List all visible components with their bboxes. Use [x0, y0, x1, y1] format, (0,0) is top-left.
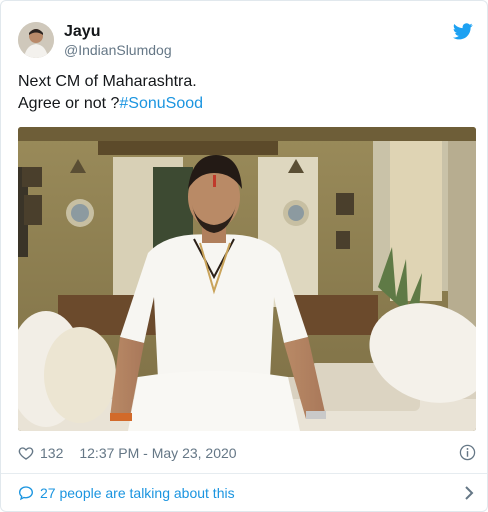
tweet-header: Jayu @IndianSlumdog	[18, 20, 172, 60]
info-icon[interactable]	[459, 444, 476, 461]
tweet-line-1: Next CM of Maharashtra.	[18, 73, 197, 90]
hashtag-link[interactable]: #SonuSood	[119, 95, 203, 112]
conversation-text: 27 people are talking about this	[40, 485, 235, 501]
chevron-right-icon	[465, 486, 474, 500]
display-name[interactable]: Jayu	[64, 22, 172, 41]
tweet-card: Jayu @IndianSlumdog Next CM of Maharasht…	[0, 0, 488, 512]
tweet-photo[interactable]	[18, 127, 476, 431]
tweet-text: Next CM of Maharashtra. Agree or not ?#S…	[18, 71, 468, 115]
avatar[interactable]	[18, 22, 54, 58]
author-names: Jayu @IndianSlumdog	[64, 22, 172, 59]
speech-bubble-icon	[18, 486, 34, 501]
conversation-link[interactable]: 27 people are talking about this	[18, 483, 476, 503]
avatar-image	[18, 22, 54, 58]
twitter-logo-icon[interactable]	[453, 23, 473, 40]
tweet-line-2: Agree or not ?#SonuSood	[18, 93, 468, 115]
photo-image	[18, 127, 476, 431]
timestamp[interactable]: 12:37 PM - May 23, 2020	[79, 445, 236, 461]
heart-icon[interactable]	[18, 445, 34, 461]
tweet-meta: 132 12:37 PM - May 23, 2020	[18, 443, 476, 463]
like-count[interactable]: 132	[40, 445, 63, 461]
user-handle[interactable]: @IndianSlumdog	[64, 41, 172, 59]
divider	[1, 473, 487, 474]
tweet-line-2-text: Agree or not ?	[18, 95, 120, 112]
